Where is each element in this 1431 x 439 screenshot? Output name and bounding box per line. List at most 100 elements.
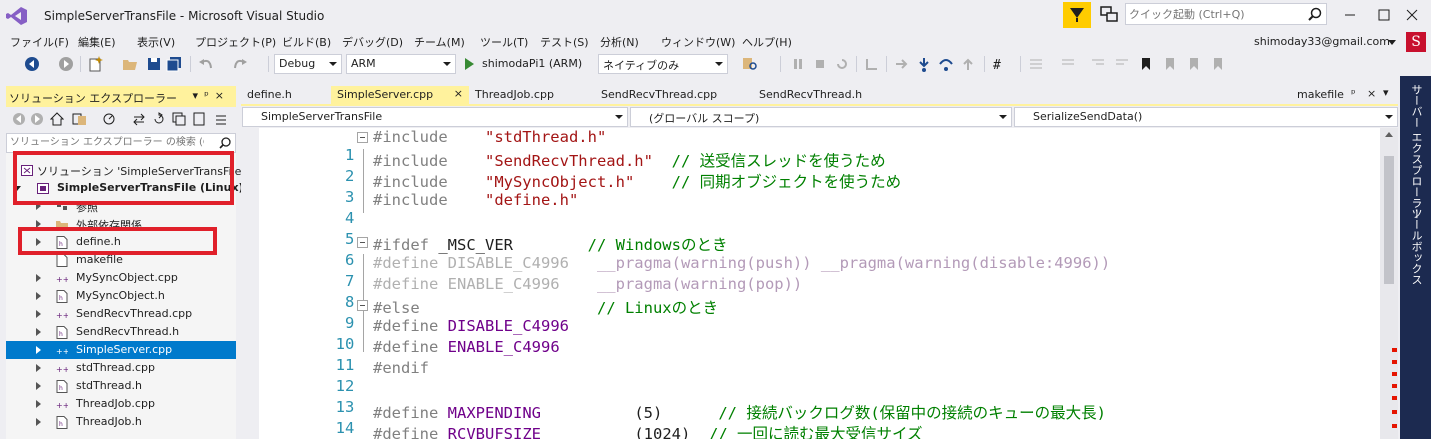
chevron-right-icon[interactable] (36, 292, 41, 300)
code-line[interactable]: 14 #define MAXPENDING (5) // 接続バックログ数(保留… (241, 401, 1381, 437)
open-file-icon[interactable] (122, 56, 138, 72)
code-line[interactable]: 15 #define RCVBUFSIZE (1024) // 一回に読む最大受… (241, 422, 1381, 439)
chevron-down-icon[interactable] (1388, 40, 1396, 45)
close-icon[interactable]: × (454, 87, 463, 100)
scroll-up-icon[interactable] (1385, 132, 1393, 137)
quick-launch-input[interactable] (1129, 6, 1299, 22)
chevron-right-icon[interactable] (36, 382, 41, 390)
chevron-right-icon[interactable] (36, 418, 41, 426)
notifications-button[interactable] (1063, 2, 1091, 28)
show-all-files-icon[interactable] (192, 112, 206, 126)
code-line[interactable]: 4 #include "define.h" (241, 191, 1381, 227)
new-project-icon[interactable] (88, 56, 104, 72)
code-line[interactable]: 5 (241, 212, 1381, 248)
hot-reload-icon[interactable] (864, 56, 880, 72)
code-line[interactable]: 12 #endif (241, 359, 1381, 395)
tab-makefile[interactable]: makefile (1291, 86, 1350, 104)
avatar[interactable]: S (1406, 32, 1426, 52)
save-all-icon[interactable] (166, 56, 182, 72)
scope-nav-select[interactable]: (グローバル スコープ) (630, 107, 1012, 127)
scrollbar-thumb[interactable] (1384, 156, 1394, 284)
forward-icon[interactable] (58, 56, 74, 72)
back-icon[interactable] (12, 112, 26, 126)
next-bookmark-icon[interactable] (1186, 56, 1202, 72)
chevron-right-icon[interactable] (36, 202, 41, 210)
collapse-region-icon[interactable] (357, 132, 368, 143)
menu-team[interactable]: チーム(M) (414, 34, 465, 50)
code-line[interactable]: 2 #include "SendRecvThread.h" // 送受信スレッド… (241, 149, 1381, 185)
quick-launch-box[interactable] (1125, 3, 1327, 25)
pending-changes-filter-icon[interactable] (102, 112, 116, 126)
step-out-icon[interactable] (960, 56, 976, 72)
panel-options-icon[interactable]: ▾ (193, 89, 205, 102)
error-marker[interactable] (1392, 396, 1397, 400)
switch-views-icon[interactable] (72, 112, 88, 126)
tree-item-define-h[interactable]: h define.h (6, 233, 236, 251)
collapse-region-icon[interactable] (357, 300, 368, 311)
menu-edit[interactable]: 編集(E) (78, 34, 116, 50)
tree-item-stdthread-cpp[interactable]: ++ stdThread.cpp (6, 359, 236, 377)
refresh-icon[interactable] (152, 112, 166, 126)
tab-define-h[interactable]: define.h (241, 86, 298, 104)
collapse-all-icon[interactable] (172, 112, 186, 126)
forward-icon[interactable] (30, 112, 44, 126)
error-marker[interactable] (1392, 384, 1397, 388)
editor-vertical-scrollbar[interactable] (1380, 128, 1398, 439)
collapse-region-icon[interactable] (357, 237, 368, 248)
chevron-right-icon[interactable] (36, 238, 41, 246)
code-line[interactable]: 10 #define DISABLE_C4996 (241, 317, 1381, 353)
server-explorer-tab[interactable]: サーバー エクスプローラー (1408, 84, 1424, 220)
code-line[interactable]: 13 (241, 380, 1381, 416)
tree-item-project[interactable]: SimpleServerTransFile (Linux) (6, 179, 244, 197)
solution-platform-select[interactable]: ARM (346, 54, 456, 74)
close-icon[interactable]: × (1367, 87, 1376, 100)
chevron-right-icon[interactable] (36, 400, 41, 408)
bookmark-icon[interactable] (1138, 56, 1154, 72)
chevron-down-icon[interactable]: ▾ (1383, 86, 1389, 99)
home-icon[interactable] (50, 112, 64, 126)
chevron-down-icon[interactable] (13, 186, 21, 191)
code-line[interactable]: 3 #include "MySyncObject.h" // 同期オブジェクトを… (241, 170, 1381, 206)
close-icon[interactable]: × (215, 89, 230, 102)
show-next-statement-icon[interactable] (894, 56, 910, 72)
debugger-type-select[interactable]: ネイティブのみ (598, 54, 728, 74)
tab-sendrecvthread-cpp[interactable]: SendRecvThread.cpp (595, 86, 723, 104)
prev-bookmark-icon[interactable] (1162, 56, 1178, 72)
tree-item-references[interactable]: 参照 (6, 197, 236, 215)
code-line[interactable]: 11 #define ENABLE_C4996 (241, 338, 1381, 374)
menu-view[interactable]: 表示(V) (137, 34, 175, 50)
chevron-right-icon[interactable] (36, 310, 41, 318)
toolbox-tab[interactable]: ツールボックス (1408, 208, 1424, 285)
code-line[interactable]: 9 #else // Linuxのとき (241, 296, 1381, 332)
solution-search-input[interactable] (7, 134, 207, 151)
code-line[interactable]: 1 #include "stdThread.h" (241, 128, 1381, 164)
outdent-icon[interactable] (1090, 56, 1106, 72)
step-into-icon[interactable] (916, 56, 932, 72)
tree-item-sendrecvthread-cpp[interactable]: ++ SendRecvThread.cpp (6, 305, 236, 323)
chevron-right-icon[interactable] (36, 346, 41, 354)
tree-item-threadjob-h[interactable]: h ThreadJob.h (6, 413, 236, 431)
clear-bookmarks-icon[interactable] (1210, 56, 1226, 72)
indent-icon[interactable] (1114, 56, 1130, 72)
feedback-icon[interactable] (1100, 6, 1118, 24)
chevron-right-icon[interactable] (36, 220, 41, 228)
tab-simpleserver-cpp[interactable]: SimpleServer.cpp × (331, 86, 469, 104)
find-in-files-icon[interactable] (742, 56, 758, 72)
menu-build[interactable]: ビルド(B) (282, 34, 331, 50)
code-line[interactable]: 8 #define ENABLE_C4996 __pragma(warning(… (241, 275, 1381, 311)
uncomment-lines-icon[interactable] (1060, 56, 1076, 72)
save-icon[interactable] (146, 56, 162, 72)
code-line[interactable]: 7 #define DISABLE_C4996 __pragma(warning… (241, 254, 1381, 290)
menu-debug[interactable]: デバッグ(D) (342, 34, 403, 50)
project-nav-select[interactable]: SimpleServerTransFile (242, 107, 628, 127)
hex-display-icon[interactable]: # (992, 56, 1008, 72)
back-icon[interactable] (24, 56, 40, 72)
member-nav-select[interactable]: SerializeSendData() (1014, 107, 1398, 127)
tree-item-solution[interactable]: ソリューション 'SimpleServerTransFile' ( (6, 161, 252, 179)
tab-threadjob-cpp[interactable]: ThreadJob.cpp (469, 86, 560, 104)
chevron-right-icon[interactable] (36, 274, 41, 282)
tree-item-external-dependencies[interactable]: 外部依存関係 (6, 215, 236, 233)
properties-icon[interactable] (214, 112, 228, 126)
tab-sendrecvthread-h[interactable]: SendRecvThread.h (753, 86, 868, 104)
restart-icon[interactable] (834, 56, 850, 72)
